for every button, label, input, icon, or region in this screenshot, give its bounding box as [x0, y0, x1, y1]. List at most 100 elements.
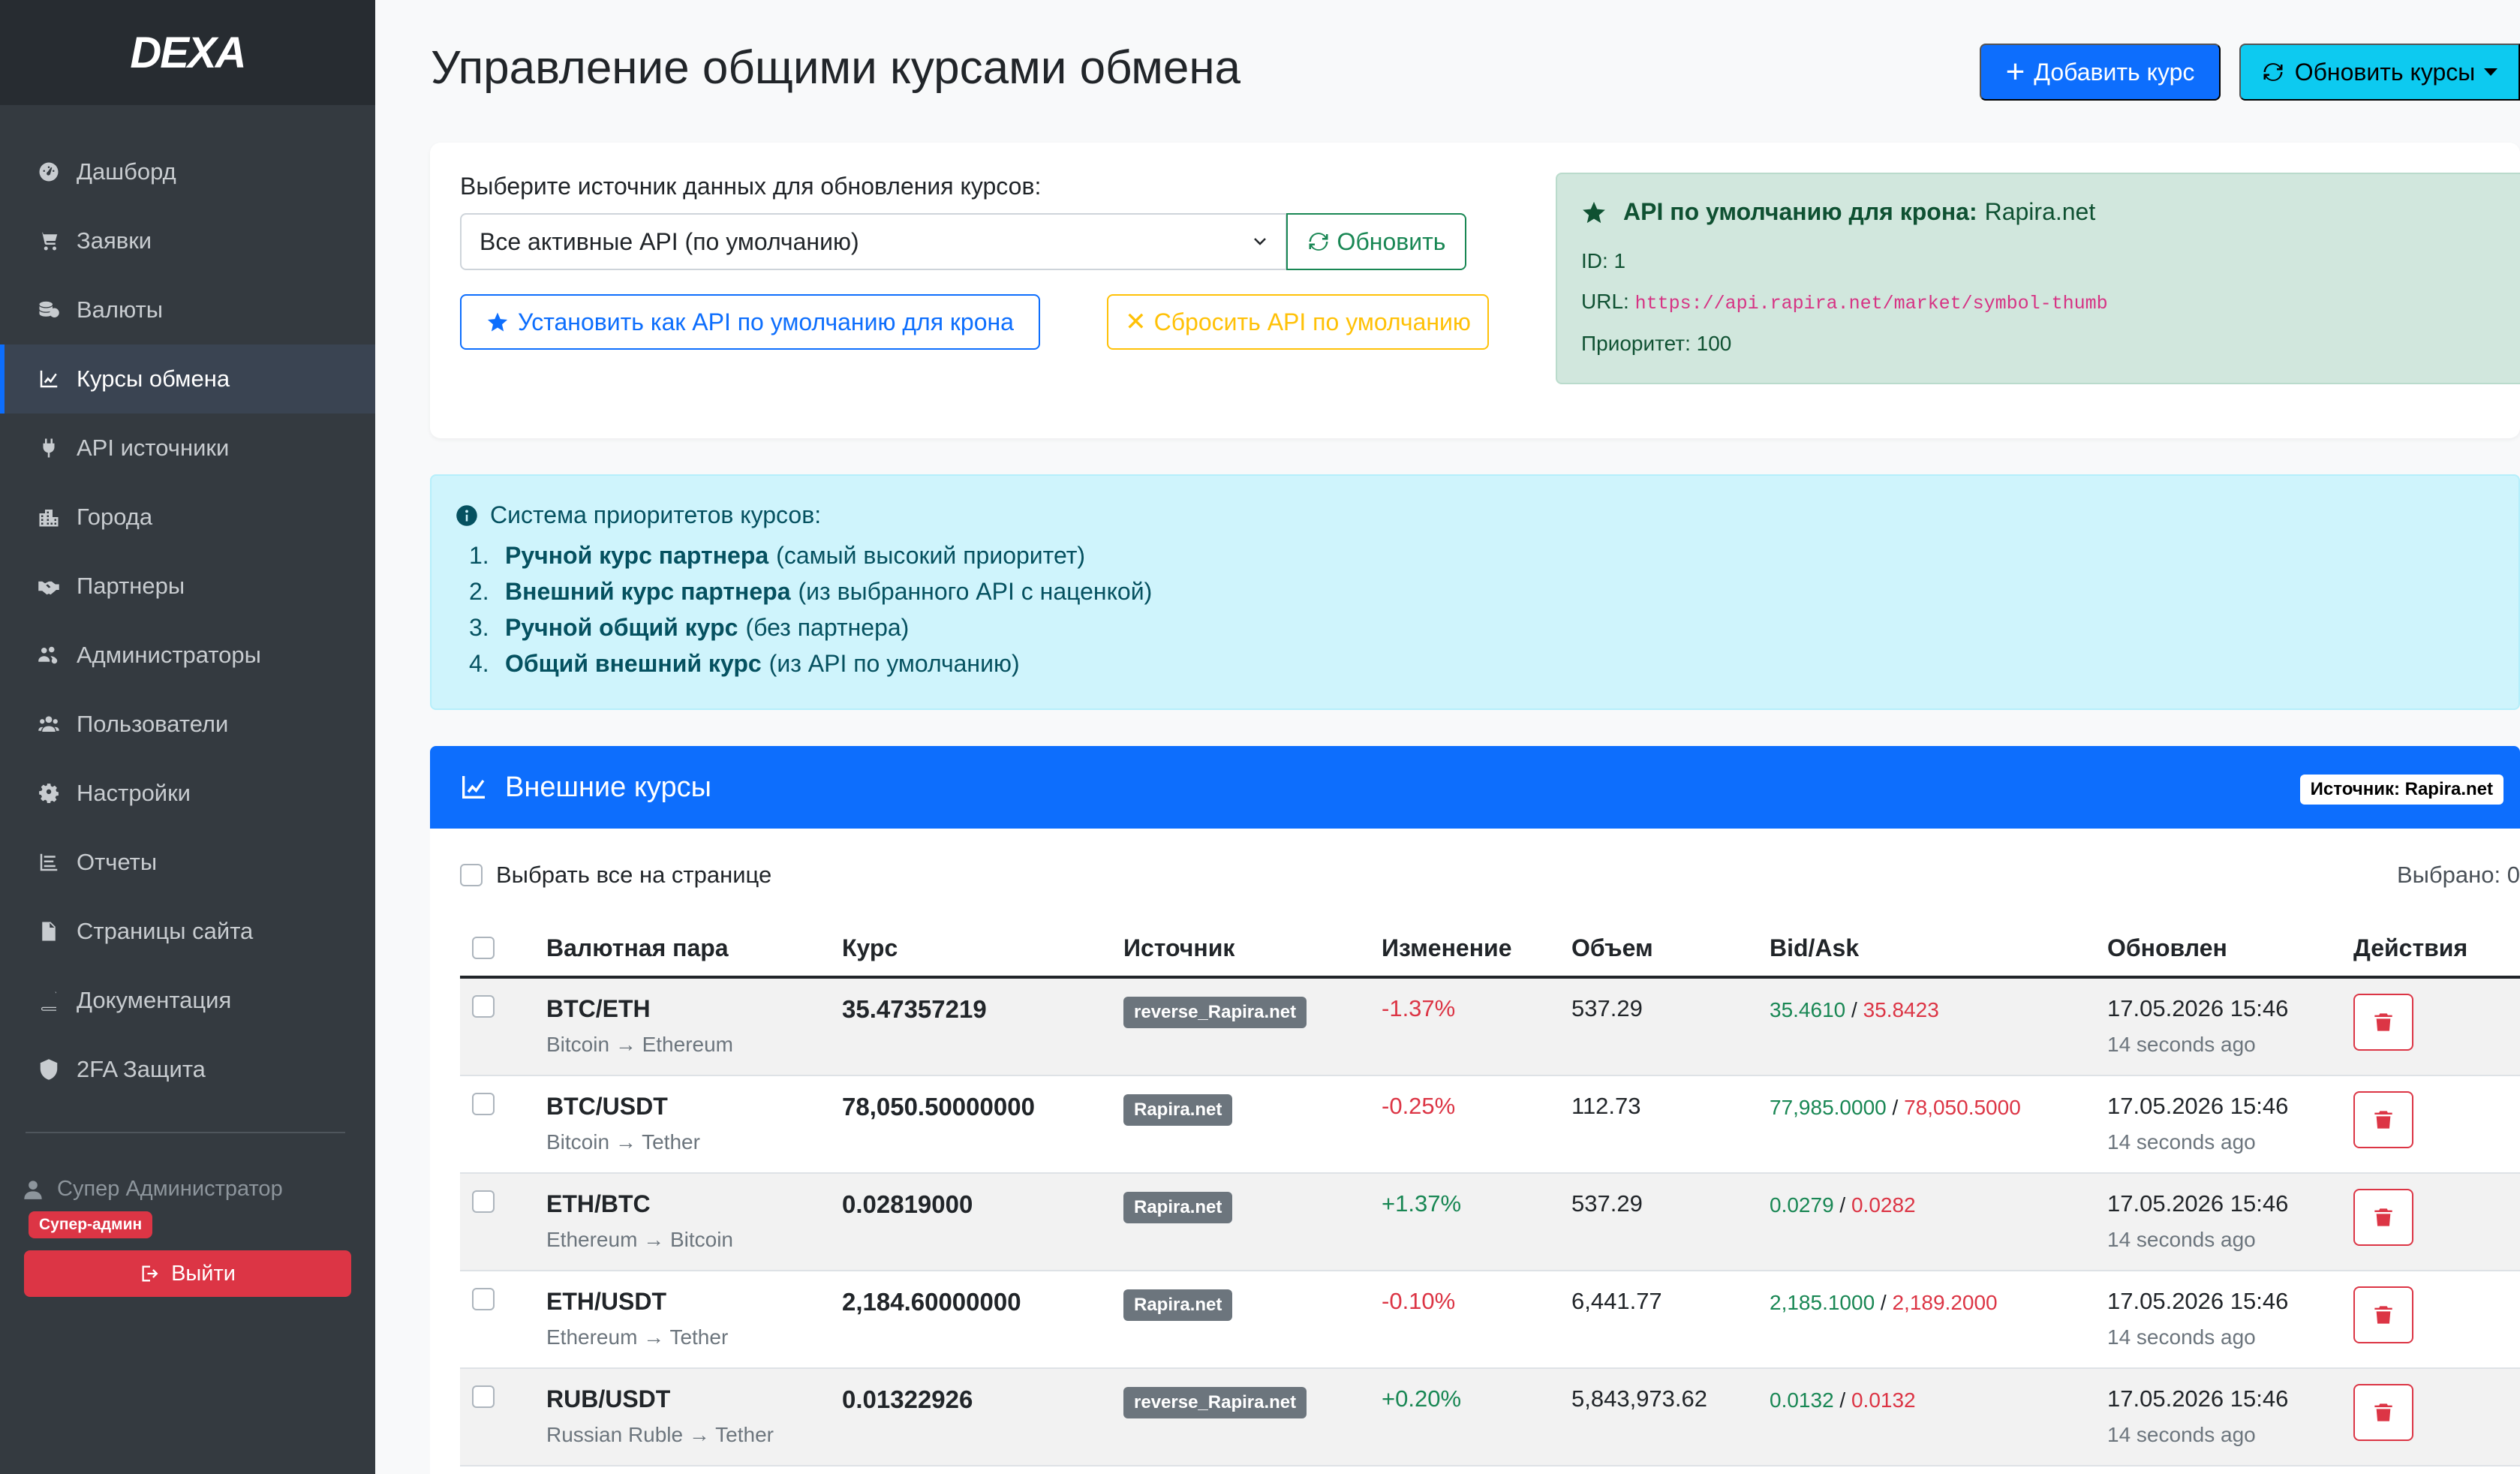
sidebar-item-dashboard[interactable]: Дашборд — [0, 137, 375, 206]
sidebar-item-label: Настройки — [77, 780, 191, 806]
sidebar-item-settings[interactable]: Настройки — [0, 759, 375, 828]
logout-label: Выйти — [171, 1261, 236, 1286]
city-icon — [36, 504, 62, 530]
delete-button[interactable] — [2353, 994, 2413, 1051]
selected-count: Выбрано: 0 — [2396, 862, 2520, 888]
sidebar-item-currencies[interactable]: Валюты — [0, 275, 375, 344]
sidebar-item-partners[interactable]: Партнеры — [0, 552, 375, 621]
sidebar-item-label: Города — [77, 504, 153, 530]
row-checkbox[interactable] — [472, 1288, 495, 1310]
table-row: ETH/USDT Ethereum → Tether 2,184.60000000 R… — [460, 1271, 2520, 1369]
sidebar-item-label: Пользователи — [77, 711, 229, 737]
refresh-rates-label: Обновить курсы — [2294, 58, 2476, 86]
table-row: ETH/BTC Ethereum → Bitcoin 0.02819000 Rapir… — [460, 1174, 2520, 1271]
delete-button[interactable] — [2353, 1384, 2413, 1441]
sidebar-item-label: Дашборд — [77, 158, 176, 185]
pair-name: BTC/USDT — [546, 1093, 668, 1120]
rate-value: 2,184.60000000 — [842, 1288, 1021, 1316]
logout-button[interactable]: Выйти — [24, 1250, 351, 1297]
pair-description: Russian Ruble → Tether — [546, 1423, 774, 1446]
default-api-title-label: API по умолчанию для крона: — [1623, 198, 1977, 225]
sidebar-item-label: Документация — [77, 987, 232, 1013]
updated-ago: 14 seconds ago — [2107, 1130, 2256, 1154]
user-name: Супер Администратор — [57, 1177, 283, 1201]
pair-description: Bitcoin → Ethereum — [546, 1033, 733, 1056]
sync-icon — [2263, 63, 2283, 81]
column-header[interactable]: Курс — [842, 934, 898, 962]
sidebar-item-administrators[interactable]: Администраторы — [0, 621, 375, 690]
chart-line-icon — [36, 366, 62, 392]
column-header: Действия — [2353, 934, 2468, 961]
logo: DEXA — [130, 28, 246, 77]
update-source-button[interactable]: Обновить — [1286, 213, 1466, 270]
row-checkbox[interactable] — [472, 1385, 495, 1408]
star-icon — [487, 312, 508, 332]
coins-icon — [36, 297, 62, 323]
row-checkbox[interactable] — [472, 1093, 495, 1115]
source-pill: Rapira.net — [1123, 1094, 1233, 1126]
table-body: BTC/ETH Bitcoin → Ethereum 35.47357219 reve… — [460, 979, 2520, 1466]
tachometer-icon — [36, 159, 62, 185]
row-checkbox[interactable] — [472, 1190, 495, 1213]
sidebar-item-exchange-rates[interactable]: Курсы обмена — [0, 344, 375, 414]
table-row: BTC/USDT Bitcoin → Tether 78,050.50000000 R… — [460, 1076, 2520, 1174]
brand[interactable]: DEXA — [0, 0, 375, 105]
updated-at: 17.05.2026 15:46 — [2107, 1093, 2289, 1119]
delete-button[interactable] — [2353, 1286, 2413, 1343]
select-all-checkbox[interactable] — [460, 864, 483, 886]
external-rates-card: Внешние курсы Источник: Rapira.net Выбра… — [430, 746, 2520, 1474]
reset-default-api-button[interactable]: ✕ Сбросить API по умолчанию — [1107, 294, 1489, 350]
updated-ago: 14 seconds ago — [2107, 1033, 2256, 1056]
chevron-down-icon — [2484, 68, 2498, 76]
table-row: BTC/ETH Bitcoin → Ethereum 35.47357219 reve… — [460, 979, 2520, 1076]
change-value: +0.20% — [1382, 1385, 1462, 1412]
add-rate-button[interactable]: + Добавить курс — [1980, 44, 2221, 101]
bid-ask: 35.4610 / 35.8423 — [1770, 998, 1939, 1021]
delete-button[interactable] — [2353, 1091, 2413, 1148]
priority-item: 4. Общий внешний курс (из API по умолчанию… — [469, 645, 1152, 681]
sidebar-item-documentation[interactable]: Документация — [0, 966, 375, 1035]
source-card: Выберите источник данных для обновления … — [430, 143, 2520, 438]
pair-name: BTC/ETH — [546, 995, 651, 1022]
default-api-priority: Приоритет: 100 — [1581, 332, 1732, 355]
sidebar-item-orders[interactable]: Заявки — [0, 206, 375, 275]
column-header[interactable]: Валютная пара — [546, 934, 729, 962]
default-api-panel: API по умолчанию для крона: Rapira.net I… — [1556, 173, 2520, 384]
sidebar-item-users[interactable]: Пользователи — [0, 690, 375, 759]
column-header[interactable]: Объем — [1571, 934, 1653, 962]
refresh-rates-dropdown[interactable]: Обновить курсы — [2239, 44, 2520, 101]
sidebar-item-label: Валюты — [77, 296, 164, 323]
user-icon — [24, 1180, 42, 1199]
ask-value: 2,189.2000 — [1892, 1291, 1998, 1314]
sidebar-item-2fa[interactable]: 2FA Защита — [0, 1035, 375, 1104]
select-all-row: Выбрать все на странице — [460, 862, 771, 889]
set-default-api-label: Установить как API по умолчанию для крон… — [518, 308, 1014, 335]
row-checkbox[interactable] — [472, 995, 495, 1018]
chevron-down-icon — [1254, 238, 1266, 245]
rate-value: 35.47357219 — [842, 995, 987, 1023]
volume-value: 6,441.77 — [1571, 1288, 1662, 1314]
default-api-url-line: URL: https://api.rapira.net/market/symbo… — [1581, 290, 2108, 314]
sidebar-item-api-sources[interactable]: API источники — [0, 414, 375, 483]
set-default-api-button[interactable]: Установить как API по умолчанию для крон… — [460, 294, 1040, 350]
rate-value: 0.02819000 — [842, 1190, 973, 1218]
column-header[interactable]: Изменение — [1382, 934, 1512, 962]
current-user: Супер Администратор — [23, 1177, 283, 1202]
default-api-url-label: URL: — [1581, 290, 1629, 313]
sidebar-item-label: Курсы обмена — [77, 365, 230, 392]
updated-ago: 14 seconds ago — [2107, 1423, 2256, 1446]
sidebar-item-label: Партнеры — [77, 573, 185, 599]
sidebar-item-site-pages[interactable]: Страницы сайта — [0, 897, 375, 966]
column-header[interactable]: Bid/Ask — [1770, 934, 1859, 962]
trash-icon — [2374, 1403, 2392, 1421]
priority-num: 2. — [469, 577, 489, 605]
delete-button[interactable] — [2353, 1189, 2413, 1246]
column-header[interactable]: Обновлен — [2107, 934, 2227, 962]
source-select[interactable]: Все активные API (по умолчанию) — [460, 213, 1287, 270]
column-header[interactable]: Источник — [1123, 934, 1234, 962]
sidebar-item-label: 2FA Защита — [77, 1056, 206, 1082]
sidebar-item-cities[interactable]: Города — [0, 483, 375, 552]
priority-num: 3. — [469, 613, 489, 641]
header-checkbox[interactable] — [472, 937, 495, 959]
sidebar-item-reports[interactable]: Отчеты — [0, 828, 375, 897]
